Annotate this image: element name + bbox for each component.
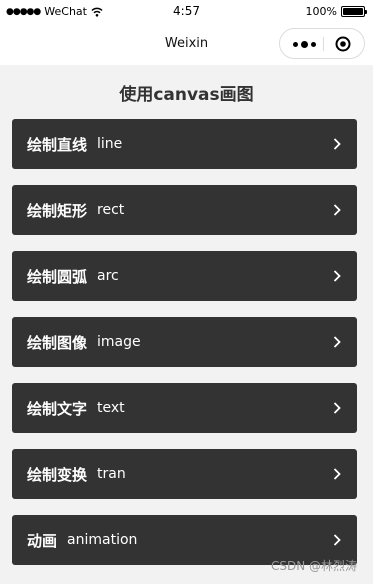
battery-percent: 100% [305, 5, 337, 18]
menu-item-cn-label: 动画 [27, 531, 58, 550]
menu-item-en-label: line [97, 136, 123, 152]
menu-item-cn-label: 绘制文字 [27, 399, 88, 418]
capsule-divider [323, 37, 324, 51]
page-title: 使用canvas画图 [119, 85, 254, 105]
menu-item-arc[interactable]: 绘制圆弧 arc [12, 251, 357, 301]
chevron-right-icon [333, 402, 341, 414]
menu-item-image[interactable]: 绘制图像 image [12, 317, 357, 367]
menu-item-cn-label: 绘制直线 [27, 135, 88, 154]
chevron-right-icon [333, 270, 341, 282]
menu-item-cn-label: 绘制矩形 [27, 201, 88, 220]
status-right: 100% [305, 5, 367, 18]
menu-item-cn-label: 绘制圆弧 [27, 267, 88, 286]
battery-icon [341, 6, 367, 17]
menu-item-line[interactable]: 绘制直线 line [12, 119, 357, 169]
chevron-right-icon [333, 336, 341, 348]
watermark: CSDN @林烈涛 [270, 559, 357, 573]
menu-item-en-label: tran [97, 466, 126, 482]
more-dots-icon[interactable] [290, 37, 318, 51]
menu-item-en-label: rect [97, 202, 125, 218]
menu-item-text[interactable]: 绘制文字 text [12, 383, 357, 433]
status-bar: ●●●●● WeChat 4:57 100% [0, 0, 373, 24]
menu-item-en-label: animation [67, 532, 138, 548]
menu-item-en-label: text [97, 400, 125, 416]
mini-program-capsule [279, 28, 365, 59]
close-target-icon[interactable] [335, 36, 351, 52]
chevron-right-icon [333, 138, 341, 150]
menu-item-tran[interactable]: 绘制变换 tran [12, 449, 357, 499]
menu-item-cn-label: 绘制变换 [27, 465, 88, 484]
menu-item-rect[interactable]: 绘制矩形 rect [12, 185, 357, 235]
chevron-right-icon [333, 534, 341, 546]
chevron-right-icon [333, 204, 341, 216]
chevron-right-icon [333, 468, 341, 480]
menu-item-cn-label: 绘制图像 [27, 333, 88, 352]
nav-bar: Weixin [0, 24, 373, 65]
menu-item-en-label: arc [97, 268, 119, 284]
canvas-menu: 绘制直线 line 绘制矩形 rect 绘制圆弧 arc 绘制图像 image … [12, 119, 357, 581]
menu-item-en-label: image [97, 334, 141, 350]
